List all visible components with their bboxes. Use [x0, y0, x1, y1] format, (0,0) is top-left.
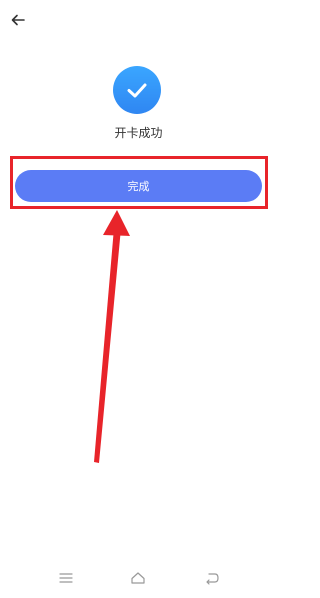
nav-home-button[interactable] — [126, 566, 150, 590]
arrow-left-icon — [11, 14, 25, 26]
success-title: 开卡成功 — [114, 126, 163, 140]
back-button[interactable] — [8, 10, 28, 30]
checkmark-icon — [127, 83, 147, 98]
success-icon — [113, 66, 161, 114]
nav-back-button[interactable] — [200, 566, 224, 590]
home-icon — [131, 572, 145, 584]
system-nav-bar — [0, 566, 277, 594]
back-icon — [206, 573, 219, 585]
done-button[interactable]: 完成 — [15, 170, 262, 202]
screen: 开卡成功 完成 — [0, 0, 277, 598]
menu-icon — [59, 573, 73, 583]
nav-menu-button[interactable] — [54, 566, 78, 590]
